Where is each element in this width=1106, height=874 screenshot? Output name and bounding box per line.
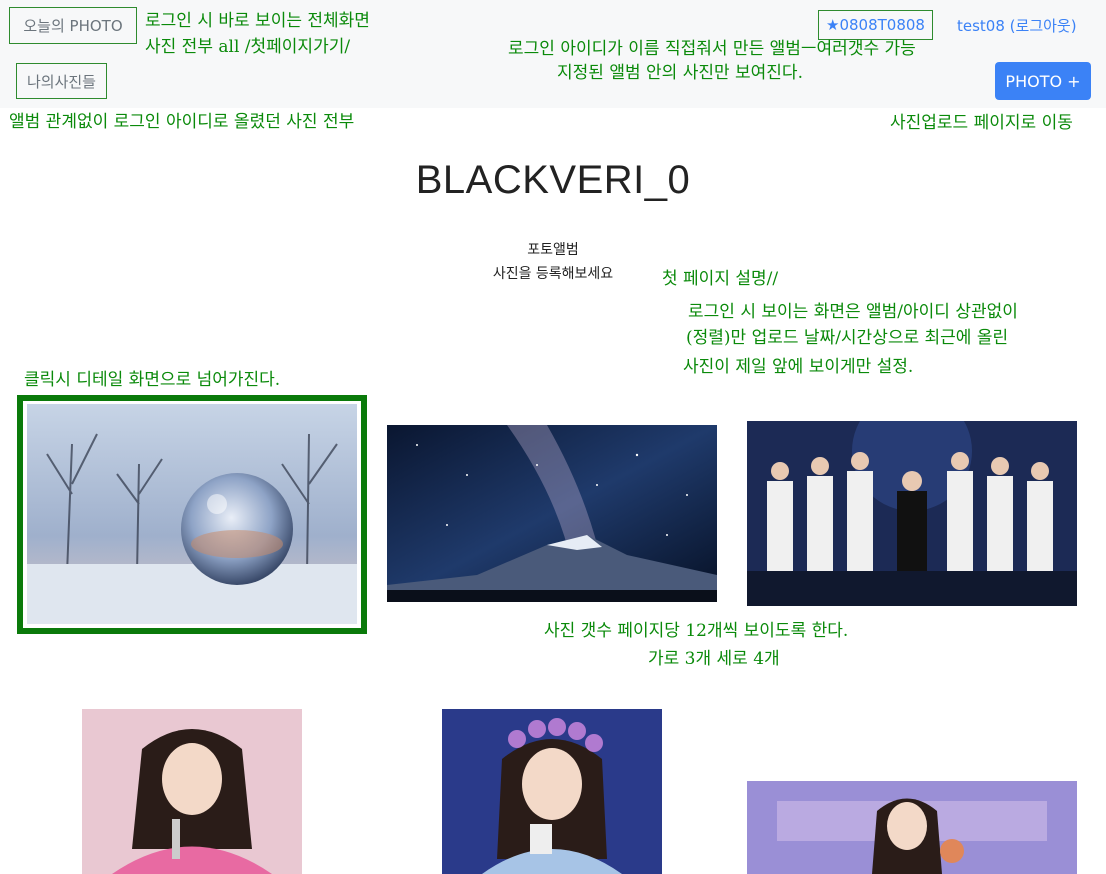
- photo-singer-flower-crown[interactable]: [442, 709, 662, 874]
- annotation-first-page-line3: 사진이 제일 앞에 보이게만 설정.: [683, 357, 914, 377]
- photo-singer-spring-stage[interactable]: [747, 781, 1077, 874]
- annotation-first-page-line1: 로그인 시 보이는 화면은 앨범/아이디 상관없이: [688, 302, 1018, 322]
- photo-crystal-ball[interactable]: [27, 404, 357, 624]
- page-title: BLACKVERI_0: [415, 158, 691, 202]
- annotation-my-photos: 앨범 관계없이 로그인 아이디로 올렸던 사진 전부: [9, 112, 355, 132]
- photo-milky-way[interactable]: [387, 425, 717, 602]
- album-button[interactable]: ★0808T0808: [818, 10, 933, 40]
- photo-stage-group[interactable]: [747, 421, 1077, 606]
- annotation-fullscreen-line2: 사진 전부 all /첫페이지가기/: [145, 37, 351, 57]
- page-subtitle: 포토앨범: [527, 242, 579, 258]
- annotation-page-count-line1: 사진 갯수 페이지당 12개씩 보이도록 한다.: [544, 621, 849, 641]
- annotation-album-line1: 로그인 아이디가 이름 직접줘서 만든 앨범ㅡ여러갯수 가능: [508, 39, 916, 59]
- today-photo-button[interactable]: 오늘의 PHOTO: [9, 7, 137, 44]
- photo-upload-button[interactable]: PHOTO +: [995, 62, 1091, 100]
- annotation-first-page-line2: (정렬)만 업로드 날짜/시간상으로 최근에 올린: [686, 328, 1009, 348]
- page-subtitle-hint: 사진을 등록해보세요: [492, 266, 614, 282]
- annotation-fullscreen-line1: 로그인 시 바로 보이는 전체화면: [145, 11, 370, 31]
- annotation-album-line2: 지정된 앨범 안의 사진만 보여진다.: [557, 63, 803, 83]
- annotation-upload-page: 사진업로드 페이지로 이동: [890, 113, 1073, 133]
- user-logout-link[interactable]: test08 (로그아웃): [957, 15, 1077, 36]
- photo-singer-pink[interactable]: [82, 709, 302, 874]
- annotation-page-count-line2: 가로 3개 세로 4개: [648, 649, 780, 669]
- annotation-click-detail: 클릭시 디테일 화면으로 넘어가진다.: [24, 370, 281, 390]
- my-photos-button[interactable]: 나의사진들: [16, 63, 107, 99]
- annotation-first-page-title: 첫 페이지 설명//: [662, 269, 779, 289]
